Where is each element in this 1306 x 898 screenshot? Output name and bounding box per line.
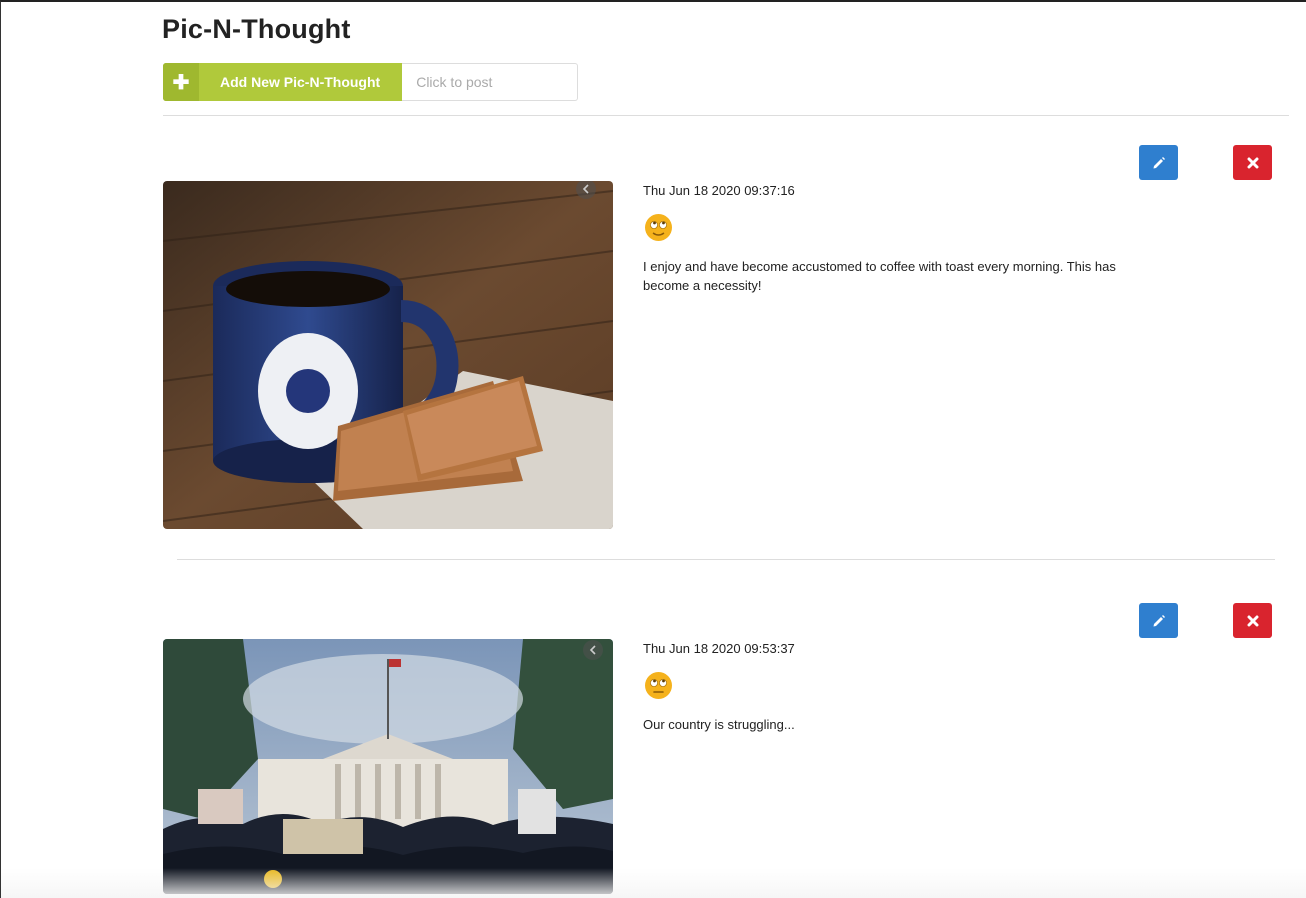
post-text: Our country is struggling... [643, 717, 795, 732]
post-image[interactable] [163, 181, 613, 529]
carousel-prev-icon[interactable] [583, 640, 603, 660]
pencil-icon [1153, 156, 1165, 168]
post-timestamp: Thu Jun 18 2020 09:37:16 [643, 183, 795, 198]
page-title: Pic-N-Thought [162, 14, 351, 44]
eye-roll-neutral-emoji-icon [645, 672, 672, 699]
add-new-label: Add New Pic-N-Thought [220, 74, 381, 90]
delete-button[interactable] [1233, 603, 1272, 638]
post-input[interactable] [402, 63, 579, 101]
post-divider [177, 559, 1275, 560]
post-timestamp: Thu Jun 18 2020 09:53:37 [643, 641, 795, 656]
pencil-icon [1153, 614, 1165, 626]
post-text: I enjoy and have become accustomed to co… [643, 259, 1116, 293]
edit-button[interactable] [1139, 145, 1178, 180]
post-image[interactable] [163, 639, 613, 894]
edit-button[interactable] [1139, 603, 1178, 638]
add-post-bar: ✚ Add New Pic-N-Thought [163, 63, 579, 101]
add-new-button[interactable]: ✚ Add New Pic-N-Thought [163, 63, 403, 101]
header-divider [163, 115, 1289, 116]
coffee-and-toast-photo [163, 181, 613, 529]
plus-icon: ✚ [163, 63, 199, 101]
delete-button[interactable] [1233, 145, 1272, 180]
white-house-protest-photo [163, 639, 613, 894]
close-x-icon [1247, 615, 1258, 626]
rolling-eyes-emoji-icon [645, 214, 672, 241]
close-x-icon [1247, 157, 1258, 168]
